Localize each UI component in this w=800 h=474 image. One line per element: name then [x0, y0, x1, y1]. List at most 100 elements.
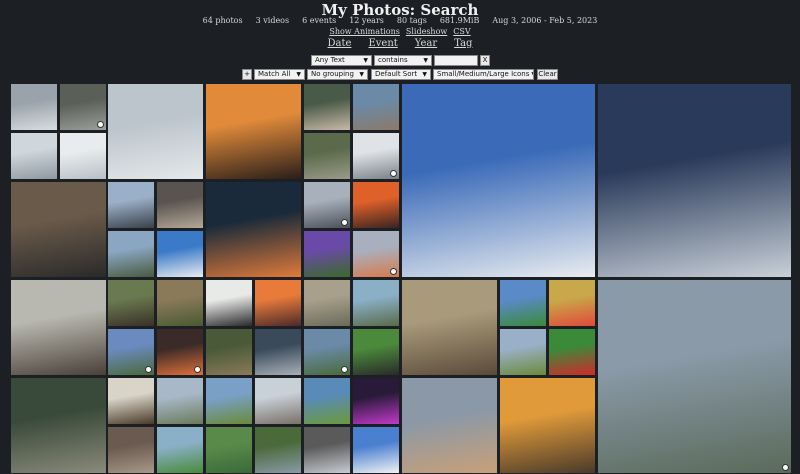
video-icon [390, 170, 397, 177]
photo-thumbnail[interactable] [500, 329, 546, 375]
photo-thumbnail[interactable] [304, 329, 350, 375]
photo-thumbnail[interactable] [402, 280, 497, 375]
photo-thumbnail[interactable] [206, 427, 252, 473]
photo-thumbnail[interactable] [304, 280, 350, 326]
photo-thumbnail[interactable] [255, 378, 301, 424]
tag-count: 80 tags [396, 16, 427, 25]
photo-thumbnail[interactable] [11, 280, 106, 375]
photo-thumbnail[interactable] [500, 378, 595, 473]
icon-size-value: Small/Medium/Large Icons [437, 70, 530, 78]
show-animations-link[interactable]: Show Animations [329, 27, 400, 36]
photo-thumbnail[interactable] [11, 182, 106, 277]
photo-thumbnail[interactable] [500, 280, 546, 326]
slideshow-link[interactable]: Slideshow [406, 27, 447, 36]
photo-thumbnail[interactable] [157, 182, 203, 228]
photo-thumbnail[interactable] [353, 427, 399, 473]
photo-thumbnail[interactable] [304, 378, 350, 424]
chevron-down-icon: ▼ [296, 71, 301, 78]
photo-thumbnail[interactable] [353, 133, 399, 179]
photo-thumbnail[interactable] [11, 133, 57, 179]
photo-thumbnail[interactable] [206, 378, 252, 424]
photo-thumbnail[interactable] [108, 231, 154, 277]
photo-thumbnail[interactable] [206, 280, 252, 326]
photo-thumbnail[interactable] [60, 84, 106, 130]
grouping-value: No grouping [311, 70, 354, 78]
photo-thumbnail[interactable] [157, 329, 203, 375]
photo-thumbnail[interactable] [598, 280, 791, 473]
video-icon [97, 121, 104, 128]
event-count: 6 events [302, 16, 337, 25]
photo-thumbnail[interactable] [549, 280, 595, 326]
photo-thumbnail[interactable] [353, 182, 399, 228]
view-tabs: Date Event Year Tag [0, 38, 800, 49]
tab-date[interactable]: Date [328, 38, 352, 49]
photo-thumbnail[interactable] [304, 427, 350, 473]
remove-filter-button[interactable]: X [480, 55, 490, 66]
chevron-down-icon: ▼ [422, 71, 427, 78]
photo-thumbnail[interactable] [108, 329, 154, 375]
sort-value: Default Sort [375, 70, 418, 78]
photo-thumbnail[interactable] [255, 427, 301, 473]
photo-thumbnail[interactable] [549, 329, 595, 375]
photo-thumbnail[interactable] [353, 329, 399, 375]
photo-thumbnail[interactable] [402, 84, 595, 277]
match-mode-select[interactable]: Match All ▼ [254, 69, 305, 80]
chevron-down-icon: ▼ [359, 71, 364, 78]
photo-thumbnail[interactable] [598, 84, 791, 277]
match-mode-value: Match All [258, 70, 291, 78]
tab-event[interactable]: Event [368, 38, 397, 49]
photo-thumbnail[interactable] [108, 84, 203, 179]
photo-thumbnail[interactable] [353, 280, 399, 326]
photo-thumbnail[interactable] [157, 378, 203, 424]
action-links: Show Animations Slideshow CSV [0, 27, 800, 36]
video-icon [341, 366, 348, 373]
tab-tag[interactable]: Tag [454, 38, 472, 49]
chevron-down-icon: ▼ [531, 70, 533, 79]
photo-thumbnail[interactable] [304, 84, 350, 130]
search-operator-select[interactable]: contains ▼ [374, 55, 432, 66]
search-field-value: Any Text [315, 56, 345, 64]
csv-link[interactable]: CSV [453, 27, 470, 36]
photo-thumbnail[interactable] [11, 84, 57, 130]
photo-thumbnail[interactable] [255, 280, 301, 326]
photo-thumbnail[interactable] [108, 182, 154, 228]
search-operator-value: contains [378, 56, 408, 64]
grouping-select[interactable]: No grouping ▼ [307, 69, 368, 80]
date-range: Aug 3, 2006 - Feb 5, 2023 [492, 16, 598, 25]
photo-thumbnail[interactable] [255, 329, 301, 375]
search-input[interactable] [434, 55, 478, 66]
photo-thumbnail[interactable] [206, 84, 301, 179]
photo-thumbnail[interactable] [157, 231, 203, 277]
clear-filters-button[interactable]: Clear [537, 69, 558, 80]
video-count: 3 videos [255, 16, 290, 25]
photo-thumbnail[interactable] [206, 329, 252, 375]
video-icon [194, 366, 201, 373]
sort-select[interactable]: Default Sort ▼ [371, 69, 431, 80]
icon-size-select[interactable]: Small/Medium/Large Icons ▼ [433, 69, 534, 80]
video-icon [341, 219, 348, 226]
photo-thumbnail[interactable] [353, 231, 399, 277]
photo-thumbnail[interactable] [304, 133, 350, 179]
photo-thumbnail[interactable] [11, 378, 106, 473]
photo-thumbnail[interactable] [402, 378, 497, 473]
video-icon [782, 464, 789, 471]
total-size: 681.9MiB [439, 16, 480, 25]
photo-thumbnail[interactable] [108, 427, 154, 473]
photo-count: 64 photos [202, 16, 243, 25]
video-icon [390, 268, 397, 275]
photo-thumbnail[interactable] [206, 182, 301, 277]
chevron-down-icon: ▼ [423, 57, 428, 64]
photo-thumbnail[interactable] [108, 280, 154, 326]
year-count: 12 years [349, 16, 384, 25]
photo-thumbnail[interactable] [304, 231, 350, 277]
photo-thumbnail[interactable] [304, 182, 350, 228]
photo-thumbnail[interactable] [353, 84, 399, 130]
photo-thumbnail[interactable] [353, 378, 399, 424]
search-field-select[interactable]: Any Text ▼ [311, 55, 372, 66]
photo-thumbnail[interactable] [60, 133, 106, 179]
photo-thumbnail[interactable] [157, 427, 203, 473]
photo-thumbnail[interactable] [157, 280, 203, 326]
add-filter-button[interactable]: + [242, 69, 252, 80]
photo-thumbnail[interactable] [108, 378, 154, 424]
tab-year[interactable]: Year [415, 38, 437, 49]
